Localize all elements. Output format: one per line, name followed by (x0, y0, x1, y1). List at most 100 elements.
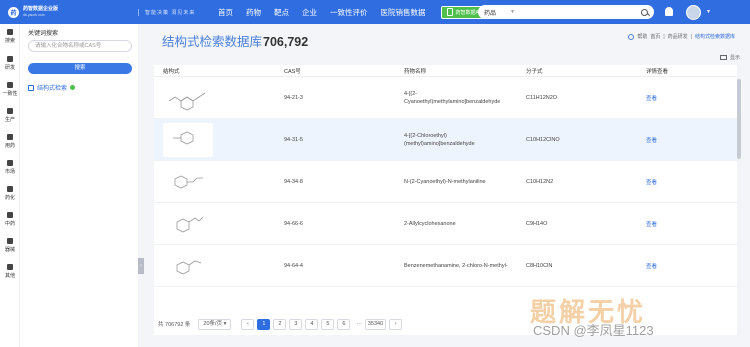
rail-item-consistency[interactable]: 一致性 (0, 82, 20, 97)
drug-name: N-(2-Cyanoethyl)-N-methylaniline (404, 178, 486, 185)
rail-item-tcm[interactable]: 中药 (0, 212, 20, 227)
drug-name: 2-Allylcyclohexanone (404, 220, 456, 227)
page-button-5[interactable]: 5 (321, 318, 335, 330)
drug-name: Benzenemethanamine, 2-chloro-N-methyl- (404, 262, 508, 269)
nav-item-companies[interactable]: 企业 (302, 7, 317, 18)
nav-item-drugs[interactable]: 药物 (246, 7, 261, 18)
doc-icon (7, 82, 13, 88)
global-search[interactable]: 药品 ▼ (478, 5, 654, 19)
slogan: 智能决策 洞见未来 (138, 8, 218, 16)
molecular-formula: C11H12N2O (526, 94, 558, 101)
bottle-icon (7, 160, 13, 166)
rail-item-production[interactable]: 生产 (0, 108, 20, 123)
nav-item-hospital-sales[interactable]: 医院销售数据 (381, 7, 426, 18)
collapse-panel-handle[interactable]: ‹ (138, 258, 144, 274)
molecular-formula: C8H10ClN (526, 262, 553, 269)
search-button[interactable]: 搜索 (28, 63, 132, 74)
page-button-1[interactable]: 1 (257, 318, 271, 330)
drug-name: 4-[(2-Cyanoethyl)methylamino]benzaldehyd… (404, 90, 501, 105)
chevron-down-icon[interactable]: ▼ (706, 9, 711, 15)
help-icon[interactable] (70, 85, 76, 90)
nav-item-consistency[interactable]: 一致性评价 (330, 7, 368, 18)
view-details-link[interactable]: 查看 (638, 178, 741, 186)
rail-item-rnd[interactable]: 研发 (0, 56, 20, 71)
avatar[interactable] (686, 5, 701, 20)
scrollbar-thumb[interactable] (737, 79, 741, 159)
structure-image[interactable] (163, 206, 213, 241)
rail-item-medication[interactable]: 用药 (0, 134, 20, 149)
rail-item-devices[interactable]: 器械 (0, 238, 20, 253)
breadcrumb-rnd[interactable]: 药品研发 (668, 33, 688, 40)
table-row[interactable]: 94-21-3 4-[(2-Cyanoethyl)methylamino]ben… (154, 77, 741, 119)
table-row[interactable]: 94-66-6 2-Allylcyclohexanone C9H14O 查看 (154, 203, 741, 245)
molecule-icon (7, 186, 13, 192)
structure-image[interactable] (163, 80, 213, 115)
left-rail: 搜索 研发 一致性 生产 用药 市场 药化 中药 器械 其他 (0, 24, 20, 347)
monitor-icon (719, 55, 727, 60)
page-button-2[interactable]: 2 (273, 318, 287, 330)
page-button-3[interactable]: 3 (289, 318, 303, 330)
record-count: 706,792 (263, 35, 309, 49)
view-details-link[interactable]: 查看 (638, 94, 741, 102)
rail-item-other[interactable]: 其他 (0, 264, 20, 279)
structure-search-link[interactable]: 结构式检索 (28, 83, 76, 92)
bell-icon[interactable] (665, 7, 673, 16)
breadcrumb: 帮助 首页 | 药品研发 | 结构式检索数据库 (628, 33, 738, 40)
display-toggle[interactable]: 显示 (719, 54, 740, 61)
nav-item-home[interactable]: 首页 (218, 7, 233, 18)
view-details-link[interactable]: 查看 (638, 136, 741, 144)
logo-icon: 药 (8, 6, 19, 18)
help-link[interactable]: 帮助 (637, 33, 647, 40)
help-icon[interactable] (628, 33, 635, 40)
syringe-icon (7, 238, 13, 244)
molecular-formula: C10H12ClNO (526, 136, 560, 143)
search-category-select[interactable]: 药品 (484, 8, 510, 17)
page-button-6[interactable]: 6 (337, 318, 351, 330)
breadcrumb-current: 结构式检索数据库 (694, 34, 735, 40)
page-ellipsis: ··· (356, 321, 362, 327)
main-nav: 首页 药物 靶点 企业 一致性评价 医院销售数据 (218, 7, 439, 18)
cas-number: 94-64-4 (284, 262, 303, 269)
cas-number: 94-31-5 (284, 136, 303, 143)
logo[interactable]: 药 药智数据企业版 db.yaozh.com (8, 6, 138, 18)
structure-image[interactable] (163, 122, 213, 157)
rail-item-search[interactable]: 搜索 (0, 29, 20, 44)
cas-number: 94-66-6 (284, 220, 303, 227)
table-row[interactable]: 94-64-4 Benzenemethanamine, 2-chloro-N-m… (154, 245, 741, 287)
flask-icon (7, 56, 13, 62)
compound-search-input[interactable]: 请输入化合物名称或CAS号 (28, 40, 132, 52)
logo-subtext: db.yaozh.com (23, 13, 45, 17)
structure-image[interactable] (163, 248, 213, 283)
drug-name: 4-[(2-Chloroethyl)(methyl)amino]benzalde… (404, 132, 475, 147)
rail-item-market[interactable]: 市场 (0, 160, 20, 175)
table-row[interactable]: 94-31-5 4-[(2-Chloroethyl)(methyl)amino]… (154, 119, 741, 161)
rail-item-chemistry[interactable]: 药化 (0, 186, 20, 201)
table-row[interactable]: 94-34-8 N-(2-Cyanoethyl)-N-methylaniline… (154, 161, 741, 203)
page-button-4[interactable]: 4 (305, 318, 319, 330)
cas-number: 94-34-8 (284, 178, 303, 185)
phone-icon (446, 8, 453, 16)
prev-page-button[interactable]: ‹ (241, 318, 255, 330)
total-count: 共 706792 条 (158, 322, 191, 328)
grid-icon (7, 264, 13, 270)
table-scrollbar[interactable] (737, 65, 741, 335)
search-icon[interactable] (641, 8, 648, 16)
nav-item-targets[interactable]: 靶点 (274, 7, 289, 18)
breadcrumb-home[interactable]: 首页 (650, 33, 660, 40)
molecular-formula: C9H14O (526, 220, 548, 227)
molecular-formula: C10H12N2 (526, 178, 554, 185)
structure-image[interactable] (163, 164, 213, 199)
view-details-link[interactable]: 查看 (638, 262, 741, 270)
view-details-link[interactable]: 查看 (638, 220, 741, 228)
herb-icon (7, 212, 13, 218)
structure-icon (28, 84, 34, 91)
factory-icon (7, 108, 13, 114)
page-size-select[interactable]: 20条/页 ▾ (198, 318, 232, 330)
main-content: 结构式检索数据库706,792 帮助 首页 | 药品研发 | 结构式检索数据库 显示… (148, 24, 750, 347)
search-side-panel: 关键词搜索 请输入化合物名称或CAS号 搜索 结构式检索 (20, 24, 138, 347)
page-title: 结构式检索数据库706,792 (162, 35, 309, 49)
next-page-button[interactable]: › (389, 318, 403, 330)
table-header: 结构式 CAS号 药物名称 分子式 详情查看 (154, 65, 741, 77)
page-button-last[interactable]: 35340 (364, 318, 387, 330)
cas-number: 94-21-3 (284, 94, 303, 101)
